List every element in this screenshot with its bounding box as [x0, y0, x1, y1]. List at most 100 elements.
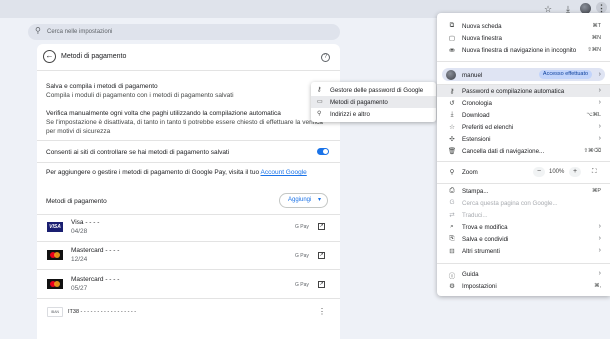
menu-item-more-tools[interactable]: ⊟ Altri strumenti › — [437, 245, 610, 257]
translate-icon: ⇄ — [449, 212, 455, 219]
more-vert-icon[interactable]: ⋮ — [318, 307, 326, 316]
menu-item-label: Cronologia — [462, 100, 492, 107]
search-icon: ⚲ — [35, 26, 41, 35]
menu-item-bookmarks[interactable]: ☆ Preferiti ed elenchi › — [437, 121, 610, 133]
allow-sites-label: Consenti ai siti di controllare se hai m… — [46, 149, 230, 156]
card-expiry: 12/24 — [71, 256, 88, 263]
menu-item-label: Guida — [462, 271, 479, 278]
verify-label: Verifica manualmente ogni volta che pagh… — [46, 110, 281, 117]
trash-icon: 🗑 — [447, 148, 457, 155]
signed-in-badge: Accesso effettuato — [539, 70, 592, 79]
card-icon: ▭ — [317, 99, 323, 105]
shortcut-label: ⇧⌘⌫ — [583, 148, 601, 154]
mastercard-logo-icon — [47, 250, 63, 260]
menu-item-label: Nuova finestra di navigazione in incogni… — [462, 47, 577, 54]
methods-heading: Metodi di pagamento — [46, 198, 107, 205]
puzzle-icon: ✣ — [449, 136, 455, 143]
menu-item-translate: ⇄ Traduci... — [437, 209, 610, 221]
autofill-submenu: ⚷ Gestore delle password di Google ▭ Met… — [311, 82, 436, 122]
menu-item-label: Preferiti ed elenchi — [462, 124, 514, 131]
divider — [37, 298, 340, 299]
menu-item-label: Cancella dati di navigazione... — [462, 148, 545, 155]
save-fill-label: Salva e compila i metodi di pagamento — [46, 83, 158, 90]
chevron-right-icon: › — [598, 235, 601, 242]
card-name: Mastercard - - - - — [71, 276, 120, 283]
card-name: Mastercard - - - - — [71, 247, 120, 254]
menu-item-passwords-autofill[interactable]: ⚷ Password e compilazione automatica › — [437, 85, 610, 97]
share-icon: ⎘ — [449, 235, 455, 242]
submenu-item-label: Indirizzi e altro — [330, 111, 370, 118]
chevron-right-icon: › — [598, 123, 601, 130]
help-icon[interactable]: ? — [321, 53, 330, 62]
menu-item-label: Zoom — [462, 169, 478, 176]
menu-item-label: Impostazioni — [462, 283, 497, 290]
menu-dots-icon[interactable]: ⋮ — [596, 2, 607, 13]
menu-item-label: Estensioni — [462, 136, 491, 143]
menu-divider — [437, 161, 610, 162]
google-icon: G — [449, 199, 455, 206]
menu-item-new-tab[interactable]: ⧉ Nuova scheda ⌘T — [437, 20, 610, 32]
menu-item-search-page: G Cerca questa pagina con Google... — [437, 197, 610, 209]
incognito-icon: ⛂ — [449, 47, 455, 54]
new-tab-icon: ⧉ — [449, 22, 455, 29]
menu-item-print[interactable]: ⎙ Stampa... ⌘P — [437, 185, 610, 197]
gpay-icon: G Pay — [295, 253, 309, 259]
gpay-info-text: Per aggiungere o gestire i metodi di pag… — [46, 169, 260, 176]
menu-item-history[interactable]: ↺ Cronologia › — [437, 97, 610, 109]
card-expiry: 05/27 — [71, 285, 88, 292]
search-input[interactable]: Cerca nelle impostazioni — [47, 29, 112, 35]
verify-description: Se l'impostazione è disattivata, di tant… — [46, 119, 323, 126]
back-arrow-icon[interactable]: ← — [43, 50, 56, 63]
menu-item-profile[interactable]: manuel Accesso effettuato › — [442, 68, 605, 81]
zoom-in-button[interactable]: + — [569, 167, 581, 177]
menu-item-settings[interactable]: ⚙ Impostazioni ⌘, — [437, 280, 610, 292]
submenu-item-payment-methods[interactable]: ▭ Metodi di pagamento — [311, 96, 436, 108]
browser-menu: ⧉ Nuova scheda ⌘T ▢ Nuova finestra ⌘N ⛂ … — [437, 13, 610, 296]
print-icon: ⎙ — [449, 187, 455, 194]
divider — [37, 140, 340, 141]
external-link-icon[interactable]: ↗ — [318, 252, 325, 259]
menu-item-zoom: ⚲ Zoom − 100% + ⛶ — [437, 165, 610, 179]
external-link-icon[interactable]: ↗ — [318, 223, 325, 230]
settings-search[interactable]: ⚲ Cerca nelle impostazioni — [28, 24, 340, 40]
google-account-link[interactable]: Account Google — [261, 169, 307, 176]
submenu-item-passwords[interactable]: ⚷ Gestore delle password di Google — [311, 84, 436, 96]
menu-item-new-window[interactable]: ▢ Nuova finestra ⌘N — [437, 32, 610, 44]
menu-item-save-share[interactable]: ⎘ Salva e condividi › — [437, 233, 610, 245]
shortcut-label: ⌘T — [592, 23, 601, 29]
chevron-right-icon: › — [598, 270, 601, 277]
submenu-item-label: Metodi di pagamento — [330, 99, 388, 106]
card-expiry: 04/28 — [71, 228, 88, 235]
chevron-right-icon: › — [598, 71, 601, 78]
external-link-icon[interactable]: ↗ — [318, 281, 325, 288]
iban-value: IT38 - - - - - - - - - - - - - - - - - — [68, 309, 137, 315]
submenu-item-label: Gestore delle password di Google — [330, 87, 424, 94]
download-icon: ⤓ — [450, 111, 454, 118]
allow-sites-toggle[interactable] — [317, 148, 329, 155]
menu-item-label: Nuova scheda — [462, 23, 502, 30]
menu-item-find-edit[interactable]: ⌕ Trova e modifica › — [437, 221, 610, 233]
menu-divider — [437, 183, 610, 184]
divider — [37, 269, 340, 270]
menu-item-clear-data[interactable]: 🗑 Cancella dati di navigazione... ⇧⌘⌫ — [437, 145, 610, 157]
iban-badge-icon: IBAN — [47, 307, 63, 317]
shortcut-label: ⌥⌘L — [586, 112, 601, 118]
zoom-out-button[interactable]: − — [533, 167, 545, 177]
fullscreen-icon[interactable]: ⛶ — [592, 168, 597, 176]
menu-item-downloads[interactable]: ⤓ Download ⌥⌘L — [437, 109, 610, 121]
save-fill-description: Compila i moduli di pagamento con i meto… — [46, 92, 234, 99]
menu-item-help[interactable]: ⓘ Guida › — [437, 268, 610, 280]
gear-icon: ⚙ — [449, 283, 455, 290]
zoom-level: 100% — [549, 169, 565, 175]
location-icon: ⚲ — [317, 111, 322, 117]
chevron-right-icon: › — [598, 247, 601, 254]
card-name: Visa - - - - — [71, 219, 100, 226]
find-icon: ⌕ — [450, 223, 454, 230]
menu-item-label: Traduci... — [462, 212, 488, 219]
menu-item-extensions[interactable]: ✣ Estensioni › — [437, 133, 610, 145]
visa-logo-icon: VISA — [47, 222, 63, 232]
add-payment-button[interactable]: Aggiungi ▾ — [279, 193, 328, 208]
submenu-item-addresses[interactable]: ⚲ Indirizzi e altro — [311, 108, 436, 120]
menu-item-incognito[interactable]: ⛂ Nuova finestra di navigazione in incog… — [437, 44, 610, 56]
chevron-right-icon: › — [598, 135, 601, 142]
